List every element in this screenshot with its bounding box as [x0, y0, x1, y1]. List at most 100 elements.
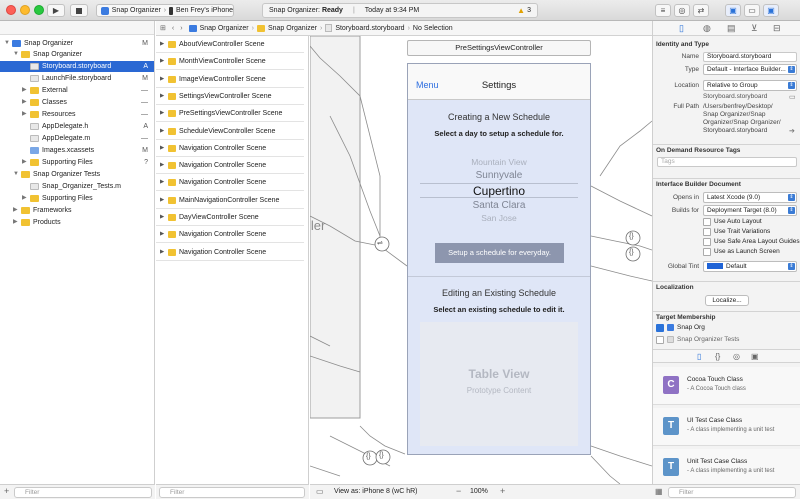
scene-row[interactable]: ▶ DayViewController Scene: [156, 209, 304, 226]
file-template-icon[interactable]: ▯: [697, 352, 701, 361]
jumpbar-crumb-group[interactable]: Snap Organizer: [268, 25, 317, 32]
scene-title-bar[interactable]: PreSettingsViewController: [407, 40, 591, 56]
navigator-group-row[interactable]: ▶ Supporting Files?: [0, 157, 154, 168]
scene-row[interactable]: ▶ Navigation Controller Scene: [156, 140, 304, 157]
run-button[interactable]: ▶: [47, 4, 65, 17]
scene-row[interactable]: ▶ Navigation Controller Scene: [156, 174, 304, 192]
reveal-in-finder-icon[interactable]: ➔: [789, 127, 795, 135]
warning-badge[interactable]: ▲ 3: [517, 6, 531, 15]
toggle-outline-icon[interactable]: ▭: [316, 487, 324, 496]
disclosure-closed-icon[interactable]: ▶: [160, 226, 164, 243]
scheme-selector[interactable]: Snap Organizer › Ben Frey's iPhone: [96, 4, 234, 17]
disclosure-open-icon[interactable]: ▼: [13, 49, 19, 60]
scene-row[interactable]: ▶ ImageViewController Scene: [156, 71, 304, 88]
zoom-out-button[interactable]: −: [456, 486, 461, 496]
segue-icon[interactable]: {}: [629, 249, 634, 256]
scene-row[interactable]: ▶ SettingsViewController Scene: [156, 88, 304, 105]
scene-row[interactable]: ▶ Navigation Controller Scene: [156, 226, 304, 244]
disclosure-closed-icon[interactable]: ▶: [160, 192, 164, 209]
target-snap-org-checkbox[interactable]: [656, 324, 664, 332]
assistant-editor-button[interactable]: ◎: [674, 4, 690, 17]
back-arrow-icon[interactable]: ‹: [172, 25, 174, 32]
scene-row[interactable]: ▶ MainNavigationController Scene: [156, 192, 304, 209]
standard-editor-button[interactable]: ≡: [655, 4, 671, 17]
schedule-table-view[interactable]: Table View Prototype Content: [420, 322, 578, 446]
trait-variations-checkbox[interactable]: [703, 228, 711, 236]
segue-icon[interactable]: {}: [629, 233, 634, 240]
tags-field[interactable]: Tags: [657, 157, 797, 167]
navigator-file-row[interactable]: Images.xcassets M: [0, 145, 154, 156]
navigator-file-row[interactable]: Storyboard.storyboard A: [0, 61, 154, 72]
target-tests-checkbox[interactable]: [656, 336, 664, 344]
device-name[interactable]: Ben Frey's iPhone: [176, 7, 233, 14]
disclosure-closed-icon[interactable]: ▶: [160, 244, 164, 261]
navigator-file-row[interactable]: AppDelegate.h A: [0, 121, 154, 132]
file-template-item[interactable]: C Cocoa Touch Class - A Cocoa Touch class: [653, 367, 800, 405]
view-as-button[interactable]: View as: iPhone 8 (wC hR): [334, 488, 418, 495]
disclosure-closed-icon[interactable]: ▶: [160, 174, 164, 191]
segue-icon[interactable]: ⇌: [377, 239, 383, 247]
localize-button[interactable]: Localize...: [705, 295, 749, 306]
safe-area-checkbox[interactable]: [703, 238, 711, 246]
add-icon[interactable]: +: [4, 486, 9, 496]
toggle-navigator-button[interactable]: ▣: [725, 4, 741, 17]
disclosure-closed-icon[interactable]: ▶: [160, 105, 164, 122]
name-field[interactable]: Storyboard.storyboard: [703, 52, 797, 62]
scene-row[interactable]: ▶ PreSettingsViewController Scene: [156, 105, 304, 123]
disclosure-closed-icon[interactable]: ▶: [160, 157, 164, 174]
storyboard-canvas[interactable]: ⇌ {} {} {} {} ller PreSettingsViewContro…: [310, 36, 652, 484]
disclosure-closed-icon[interactable]: ▶: [160, 53, 164, 70]
forward-arrow-icon[interactable]: ›: [180, 25, 182, 32]
file-template-item[interactable]: T UI Test Case Class - A class implementin…: [653, 408, 800, 446]
grid-view-icon[interactable]: ▦: [655, 487, 663, 496]
type-select[interactable]: Default - Interface Builder... ⇕: [703, 64, 797, 75]
file-template-item[interactable]: T Unit Test Case Class - A class implement…: [653, 449, 800, 487]
disclosure-closed-icon[interactable]: ▶: [160, 71, 164, 88]
zoom-level[interactable]: 100%: [470, 488, 488, 495]
toggle-debug-button[interactable]: ▭: [744, 4, 760, 17]
disclosure-closed-icon[interactable]: ▶: [22, 97, 27, 108]
attributes-inspector-icon[interactable]: ⊻: [751, 23, 758, 34]
disclosure-closed-icon[interactable]: ▶: [22, 157, 27, 168]
minimize-window-button[interactable]: [20, 5, 30, 15]
navigator-group-row[interactable]: ▶ Resources —: [0, 109, 154, 120]
media-library-icon[interactable]: ▣: [751, 352, 759, 361]
city-picker[interactable]: Mountain View Sunnyvale Cupertino Santa …: [420, 157, 578, 227]
disclosure-closed-icon[interactable]: ▶: [22, 193, 27, 204]
disclosure-closed-icon[interactable]: ▶: [160, 209, 164, 226]
launch-screen-checkbox[interactable]: [703, 248, 711, 256]
navigator-group-row[interactable]: ▼ Snap Organizer: [0, 49, 154, 60]
scene-row[interactable]: ▶ MonthViewController Scene: [156, 53, 304, 71]
presettings-scene[interactable]: Menu Settings Creating a New Schedule Se…: [407, 63, 591, 455]
navigator-group-row[interactable]: ▶ External —: [0, 85, 154, 96]
navigator-file-row[interactable]: LaunchFile.storyboard M: [0, 73, 154, 84]
disclosure-closed-icon[interactable]: ▶: [13, 205, 18, 216]
setup-schedule-button[interactable]: Setup a schedule for everyday.: [435, 243, 564, 263]
zoom-window-button[interactable]: [34, 5, 44, 15]
auto-layout-checkbox[interactable]: [703, 218, 711, 226]
segue-icon[interactable]: {}: [379, 452, 384, 459]
file-inspector-icon[interactable]: ▯: [679, 23, 684, 34]
related-items-icon[interactable]: ⊞: [160, 24, 166, 32]
jumpbar-crumb-selection[interactable]: No Selection: [413, 25, 453, 32]
disclosure-closed-icon[interactable]: ▶: [160, 88, 164, 105]
opens-in-select[interactable]: Latest Xcode (9.0) ⇕: [703, 192, 797, 203]
location-select[interactable]: Relative to Group ⇕: [703, 80, 797, 91]
scene-row[interactable]: ▶ Navigation Controller Scene: [156, 157, 304, 175]
segue-icon[interactable]: {}: [366, 453, 371, 460]
disclosure-open-icon[interactable]: ▼: [4, 38, 10, 49]
global-tint-select[interactable]: Default ⇕: [703, 261, 797, 272]
navigator-filter-input[interactable]: Filter: [14, 487, 152, 498]
scene-row[interactable]: ▶ Navigation Controller Scene: [156, 244, 304, 261]
disclosure-closed-icon[interactable]: ▶: [160, 123, 164, 140]
quick-help-icon[interactable]: ◍: [703, 23, 711, 34]
navigator-group-row[interactable]: ▶ Classes —: [0, 97, 154, 108]
navigator-file-row[interactable]: Snap_Organizer_Tests.m: [0, 181, 154, 192]
navigator-group-row[interactable]: ▶ Frameworks: [0, 205, 154, 216]
jumpbar-crumb-file[interactable]: Storyboard.storyboard: [335, 25, 404, 32]
navigator-project-row[interactable]: ▼ Snap Organizer M: [0, 38, 154, 49]
size-inspector-icon[interactable]: ⊟: [773, 23, 781, 34]
scene-row[interactable]: ▶ AboutViewController Scene: [156, 36, 304, 53]
navigator-group-row[interactable]: ▶ Products: [0, 217, 154, 228]
version-editor-button[interactable]: ⇄: [693, 4, 709, 17]
